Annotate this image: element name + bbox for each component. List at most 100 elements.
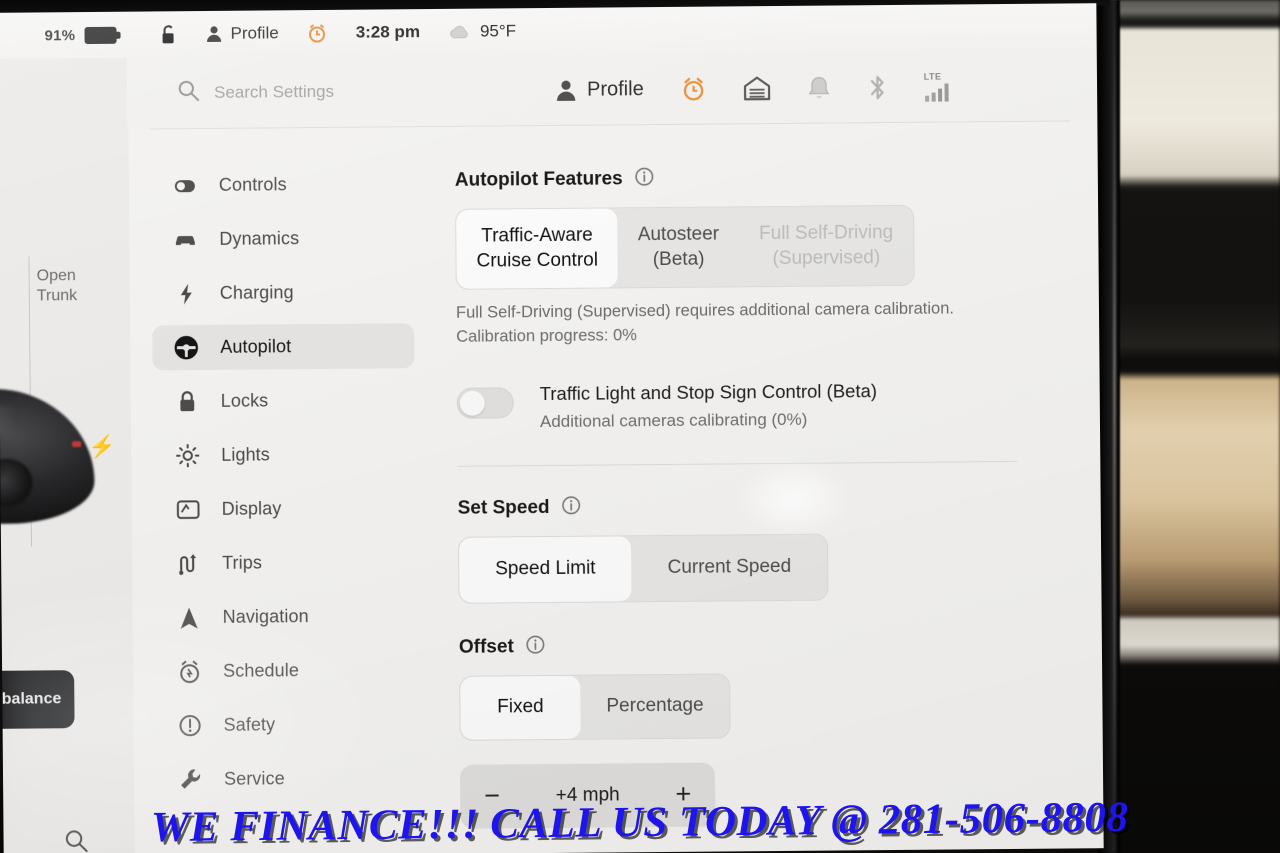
info-icon[interactable]	[635, 167, 654, 191]
wrench-icon	[178, 768, 202, 791]
settings-content: Autopilot Features Traffic-Aware Cruise …	[428, 121, 1103, 853]
search-settings-field[interactable]: Search Settings	[127, 76, 537, 108]
alarm-clock-icon[interactable]	[662, 75, 725, 103]
sidebar-item-locks[interactable]: Locks	[153, 377, 415, 424]
sidebar-item-label: Controls	[218, 174, 287, 195]
sidebar-item-controls[interactable]: Controls	[151, 161, 413, 208]
status-weather[interactable]: 95°F	[434, 21, 530, 42]
background-vehicle-app: Open Trunk ⚡ balance	[0, 57, 135, 853]
bezel-highlight	[1113, 0, 1116, 853]
sidebar-item-label: Locks	[220, 390, 269, 411]
padlock-icon	[175, 390, 199, 413]
option-traffic-aware-cruise-control[interactable]: Traffic-Aware Cruise Control	[456, 208, 619, 290]
sidebar-item-display[interactable]: Display	[154, 485, 416, 532]
offset-increment-button[interactable]: +	[675, 779, 691, 809]
sidebar-item-label: Safety	[223, 714, 276, 735]
route-icon	[176, 553, 200, 575]
traffic-light-control-row[interactable]: Traffic Light and Stop Sign Control (Bet…	[456, 379, 1030, 433]
sidebar-item-dynamics[interactable]: Dynamics	[151, 215, 413, 262]
set-speed-segmented-control[interactable]: Speed Limit Current Speed	[457, 533, 829, 604]
bluetooth-icon[interactable]	[849, 72, 906, 101]
sidebar-item-charging[interactable]: Charging	[152, 269, 414, 316]
offset-title: Offset	[458, 636, 514, 658]
traffic-light-control-title: Traffic Light and Stop Sign Control (Bet…	[539, 380, 878, 405]
search-input[interactable]: Search Settings	[214, 82, 334, 103]
sidebar-item-label: Autopilot	[220, 336, 292, 357]
sidebar-item-trips[interactable]: Trips	[154, 539, 416, 586]
battery-indicator: 91%	[0, 26, 135, 44]
sidebar-item-label: Trips	[222, 552, 263, 573]
balance-pill-label: balance	[1, 690, 62, 708]
section-divider	[457, 461, 1018, 468]
garage-door-icon[interactable]	[725, 75, 789, 102]
option-line1: Full Self-Driving	[758, 221, 894, 245]
set-speed-title: Set Speed	[457, 497, 550, 520]
option-percentage[interactable]: Percentage	[580, 674, 730, 738]
sidebar-item-navigation[interactable]: Navigation	[154, 593, 416, 640]
sidebar-item-label: Dynamics	[219, 228, 300, 249]
option-line2: Cruise Control	[476, 249, 599, 272]
lightning-bolt-icon	[174, 283, 198, 305]
info-icon[interactable]	[526, 635, 545, 659]
offset-value: +4 mph	[555, 784, 620, 806]
sidebar-item-safety[interactable]: Safety	[155, 701, 417, 748]
settings-header-bar: Search Settings Profile LTE	[126, 49, 1098, 130]
toggle-knob	[459, 390, 485, 417]
navigation-arrow-icon	[177, 606, 201, 630]
autopilot-features-segmented-control[interactable]: Traffic-Aware Cruise Control Autosteer (…	[455, 204, 915, 291]
autopilot-features-header: Autopilot Features	[455, 164, 1028, 193]
alarm-clock-icon[interactable]	[293, 22, 342, 43]
option-line2: (Supervised)	[772, 246, 881, 269]
signal-bars-icon	[924, 83, 949, 102]
open-trunk-line1: Open	[36, 267, 76, 285]
exclamation-circle-icon	[177, 714, 201, 737]
person-icon	[207, 26, 222, 42]
bell-icon[interactable]	[789, 74, 849, 102]
sidebar-item-label: Display	[221, 498, 282, 519]
option-line1: Autosteer	[637, 223, 720, 246]
sidebar-item-service[interactable]: Service	[156, 755, 418, 802]
sidebar-item-label: Schedule	[223, 660, 300, 681]
header-profile-button[interactable]: Profile	[537, 78, 662, 102]
battery-full-icon	[84, 26, 121, 44]
set-speed-header: Set Speed	[458, 492, 1031, 521]
sidebar-item-autopilot[interactable]: Autopilot	[152, 323, 415, 371]
search-icon[interactable]	[63, 828, 89, 853]
traffic-light-control-subtitle: Additional cameras calibrating (0%)	[539, 409, 808, 432]
status-profile[interactable]: Profile	[191, 23, 292, 44]
settings-panel: Controls Dynamics Charging Autopilot Loc…	[128, 121, 1104, 853]
offset-stepper[interactable]: − +4 mph +	[459, 762, 716, 829]
option-line2: (Beta)	[652, 248, 705, 270]
open-trunk-label[interactable]: Open Trunk	[37, 266, 117, 308]
sidebar-item-label: Service	[223, 768, 285, 789]
option-line1: Traffic-Aware	[481, 224, 593, 247]
option-fixed[interactable]: Fixed	[460, 675, 581, 740]
balance-pill[interactable]: balance	[0, 670, 75, 730]
screen-icon	[176, 500, 200, 520]
unlocked-padlock-icon[interactable]	[146, 24, 191, 45]
offset-header: Offset	[459, 631, 1032, 660]
charge-port-indicator	[72, 441, 82, 448]
traffic-light-control-toggle[interactable]	[456, 387, 514, 420]
info-icon[interactable]	[561, 496, 581, 520]
option-autosteer-beta[interactable]: Autosteer (Beta)	[618, 207, 740, 287]
sidebar-item-lights[interactable]: Lights	[153, 431, 415, 478]
schedule-clock-icon	[177, 660, 201, 684]
lte-signal-indicator[interactable]: LTE	[906, 71, 971, 102]
autopilot-features-title: Autopilot Features	[454, 168, 623, 191]
sidebar-item-schedule[interactable]: Schedule	[155, 647, 417, 694]
status-temperature-label: 95°F	[479, 21, 517, 41]
option-speed-limit[interactable]: Speed Limit	[458, 536, 632, 603]
steering-wheel-icon	[174, 335, 198, 360]
toggle-switch-icon	[173, 179, 197, 193]
offset-decrement-button[interactable]: −	[484, 781, 500, 811]
car-icon	[173, 232, 197, 247]
status-profile-label: Profile	[230, 23, 279, 43]
sidebar-item-label: Lights	[221, 444, 270, 465]
open-trunk-line2: Trunk	[36, 287, 78, 305]
sun-brightness-icon	[175, 444, 199, 468]
person-icon	[556, 80, 576, 101]
lightning-bolt-icon: ⚡	[88, 433, 116, 460]
offset-segmented-control[interactable]: Fixed Percentage	[459, 673, 731, 741]
option-current-speed[interactable]: Current Speed	[631, 535, 827, 601]
